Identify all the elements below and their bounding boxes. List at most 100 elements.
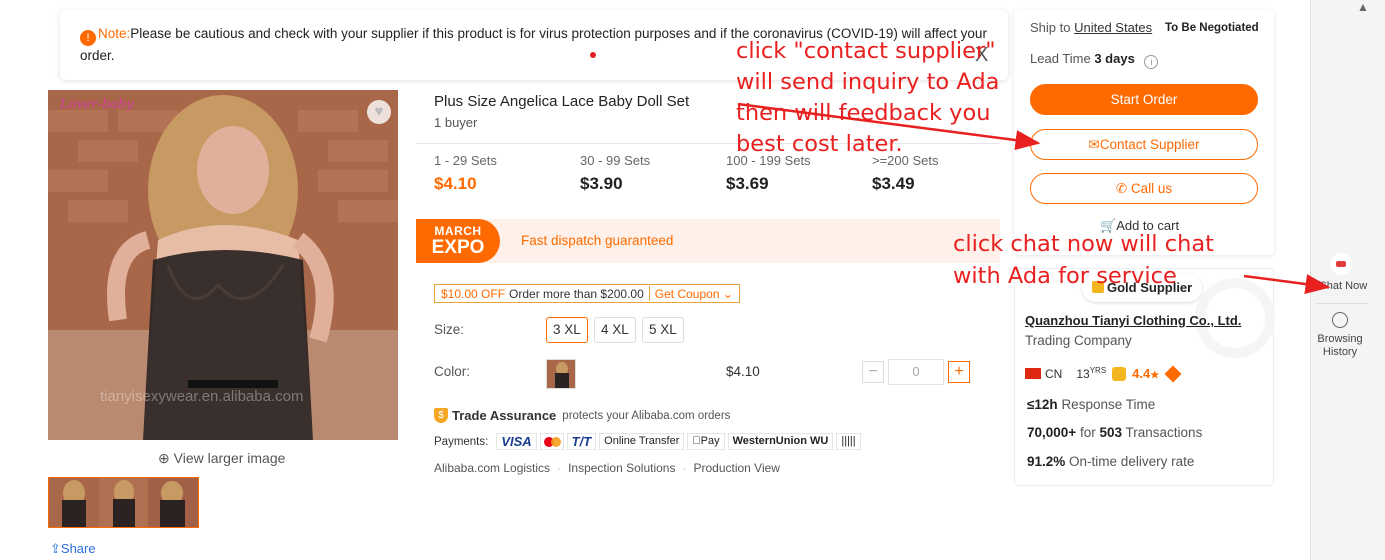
decrease-button[interactable]: −: [862, 361, 884, 383]
brand-logo: Lover-baby: [60, 98, 134, 111]
quantity-stepper: − 0 +: [862, 359, 970, 385]
buyer-count: 1 buyer: [434, 115, 478, 130]
shield-icon: $: [434, 408, 448, 423]
lead-time: Lead Time 3 days i: [1030, 51, 1159, 69]
years-value: 13: [1076, 367, 1090, 381]
get-coupon-button[interactable]: Get Coupon ⌄: [655, 287, 733, 301]
coupon-banner: $10.00 OFF Order more than $200.00 Get C…: [434, 284, 740, 303]
view-larger-link[interactable]: ⊕ View larger image: [158, 450, 285, 467]
increase-button[interactable]: +: [948, 361, 970, 383]
price-tier: 30 - 99 Sets $3.90: [580, 153, 720, 194]
share-icon: ⇪: [50, 541, 61, 556]
notice-label: Note:: [98, 26, 131, 41]
size-option-5xl[interactable]: 5 XL: [642, 317, 684, 343]
size-option-3xl[interactable]: 3 XL: [546, 317, 588, 343]
price-tier: 1 - 29 Sets $4.10: [434, 153, 574, 194]
phone-icon: ✆: [1115, 181, 1128, 196]
chevron-down-icon: ⌄: [722, 286, 733, 301]
tier-price: $3.49: [872, 174, 915, 193]
on-time-delivery: 91.2% On-time delivery rate: [1027, 454, 1194, 469]
years-badge: 13YRS: [1076, 366, 1106, 381]
lead-time-label: Lead Time: [1030, 51, 1091, 66]
response-time-label: Response Time: [1061, 397, 1156, 412]
share-label: Share: [60, 541, 96, 556]
ship-to: Ship to United States: [1030, 20, 1152, 35]
call-us-button[interactable]: ✆ Call us: [1030, 173, 1258, 204]
quantity-input[interactable]: 0: [888, 359, 944, 385]
transactions-amount: 70,000+: [1027, 425, 1077, 440]
mastercard-icon: [539, 433, 564, 450]
shipping-cost: To Be Negotiated: [1165, 22, 1259, 34]
production-view-link[interactable]: Production View: [693, 461, 780, 475]
on-time-value: 91.2%: [1027, 454, 1066, 469]
ship-country-link[interactable]: United States: [1074, 20, 1152, 35]
supplier-rating: 4.4★: [1132, 366, 1159, 381]
on-time-label: On-time delivery rate: [1069, 454, 1195, 469]
coupon-divider: [648, 286, 650, 301]
clock-icon[interactable]: [1332, 312, 1348, 328]
company-type: Trading Company: [1025, 333, 1132, 348]
trade-assurance-name: Trade Assurance: [452, 408, 557, 423]
logistics-link[interactable]: Alibaba.com Logistics: [434, 461, 550, 475]
coupon-condition: Order more than $200.00: [509, 286, 644, 301]
supplier-badges: CN 13YRS 4.4★: [1025, 365, 1182, 382]
info-icon[interactable]: i: [1144, 55, 1159, 69]
expo-line2: EXPO: [431, 237, 485, 258]
service-links: Alibaba.com Logistics · Inspection Solut…: [434, 461, 780, 475]
separator: ·: [557, 461, 562, 475]
color-swatch[interactable]: [546, 359, 576, 389]
tier-price: $3.90: [580, 174, 623, 193]
separator: ·: [682, 461, 687, 475]
favorite-heart-icon[interactable]: ♥: [367, 100, 391, 124]
apple-pay-text: Pay: [692, 435, 720, 447]
thumbnail-2[interactable]: [98, 478, 149, 527]
annotation-chat-now: click chat now will chat with Ada for se…: [953, 231, 1214, 289]
tt-icon: T/T: [566, 433, 597, 450]
thumbnail-strip: [48, 477, 199, 528]
inspection-link[interactable]: Inspection Solutions: [568, 461, 675, 475]
thumbnail-1[interactable]: [49, 478, 99, 527]
country-code: CN: [1045, 366, 1063, 381]
view-larger-label: View larger image: [173, 450, 286, 466]
china-flag-icon: [1025, 368, 1041, 379]
get-coupon-label: Get Coupon: [654, 286, 720, 301]
fast-dispatch-text: Fast dispatch guaranteed: [521, 233, 674, 248]
brand-logo-text: Lover-baby: [60, 97, 134, 112]
zoom-icon: ⊕: [158, 450, 170, 466]
thumbnail-3[interactable]: [148, 478, 199, 527]
tier-price: $3.69: [726, 174, 769, 193]
transactions-for: for: [1079, 425, 1096, 440]
ship-to-label: Ship to: [1030, 20, 1071, 35]
years-unit: YRS: [1089, 366, 1107, 375]
product-title: Plus Size Angelica Lace Baby Doll Set: [434, 93, 690, 110]
unit-price: $4.10: [726, 364, 760, 379]
call-us-label: Call us: [1130, 181, 1173, 196]
envelope-icon: ✉: [1088, 137, 1100, 152]
size-option-4xl[interactable]: 4 XL: [594, 317, 636, 343]
indicator-dot: [590, 52, 596, 58]
lead-time-value: 3 days: [1094, 51, 1135, 66]
supplier-name-link[interactable]: Quanzhou Tianyi Clothing Co., Ltd.: [1025, 313, 1241, 328]
coupon-amount: $10.00 OFF: [441, 286, 506, 301]
start-order-button[interactable]: Start Order: [1030, 84, 1258, 115]
payments-label: Payments:: [434, 435, 489, 448]
contact-supplier-label: Contact Supplier: [1099, 137, 1200, 152]
scroll-up-icon[interactable]: ▲: [1357, 0, 1369, 14]
size-label: Size:: [434, 322, 465, 337]
rating-medal-icon: [1112, 366, 1127, 381]
rating-value: 4.4: [1132, 366, 1151, 381]
western-union-icon: WesternUnion WU: [727, 433, 834, 450]
browsing-history-button[interactable]: Browsing History: [1314, 333, 1366, 359]
chat-now-button[interactable]: Chat Now: [1314, 280, 1372, 292]
lightbulb-icon: !: [80, 30, 96, 46]
transactions: 70,000+ for 503 Transactions: [1027, 425, 1202, 440]
contact-supplier-button[interactable]: ✉Contact Supplier: [1030, 129, 1258, 160]
trade-assurance-desc: protects your Alibaba.com orders: [562, 409, 731, 422]
response-time-value: ≤12h: [1027, 397, 1058, 412]
sidebar-divider: [1316, 303, 1368, 304]
share-link[interactable]: ⇪Share: [50, 541, 96, 557]
visa-icon: VISA: [496, 433, 537, 450]
chat-icon[interactable]: [1330, 253, 1352, 275]
online-transfer-icon: Online Transfer: [599, 433, 685, 450]
payment-methods: Payments: VISA T/T Online Transfer Pay …: [434, 433, 861, 450]
